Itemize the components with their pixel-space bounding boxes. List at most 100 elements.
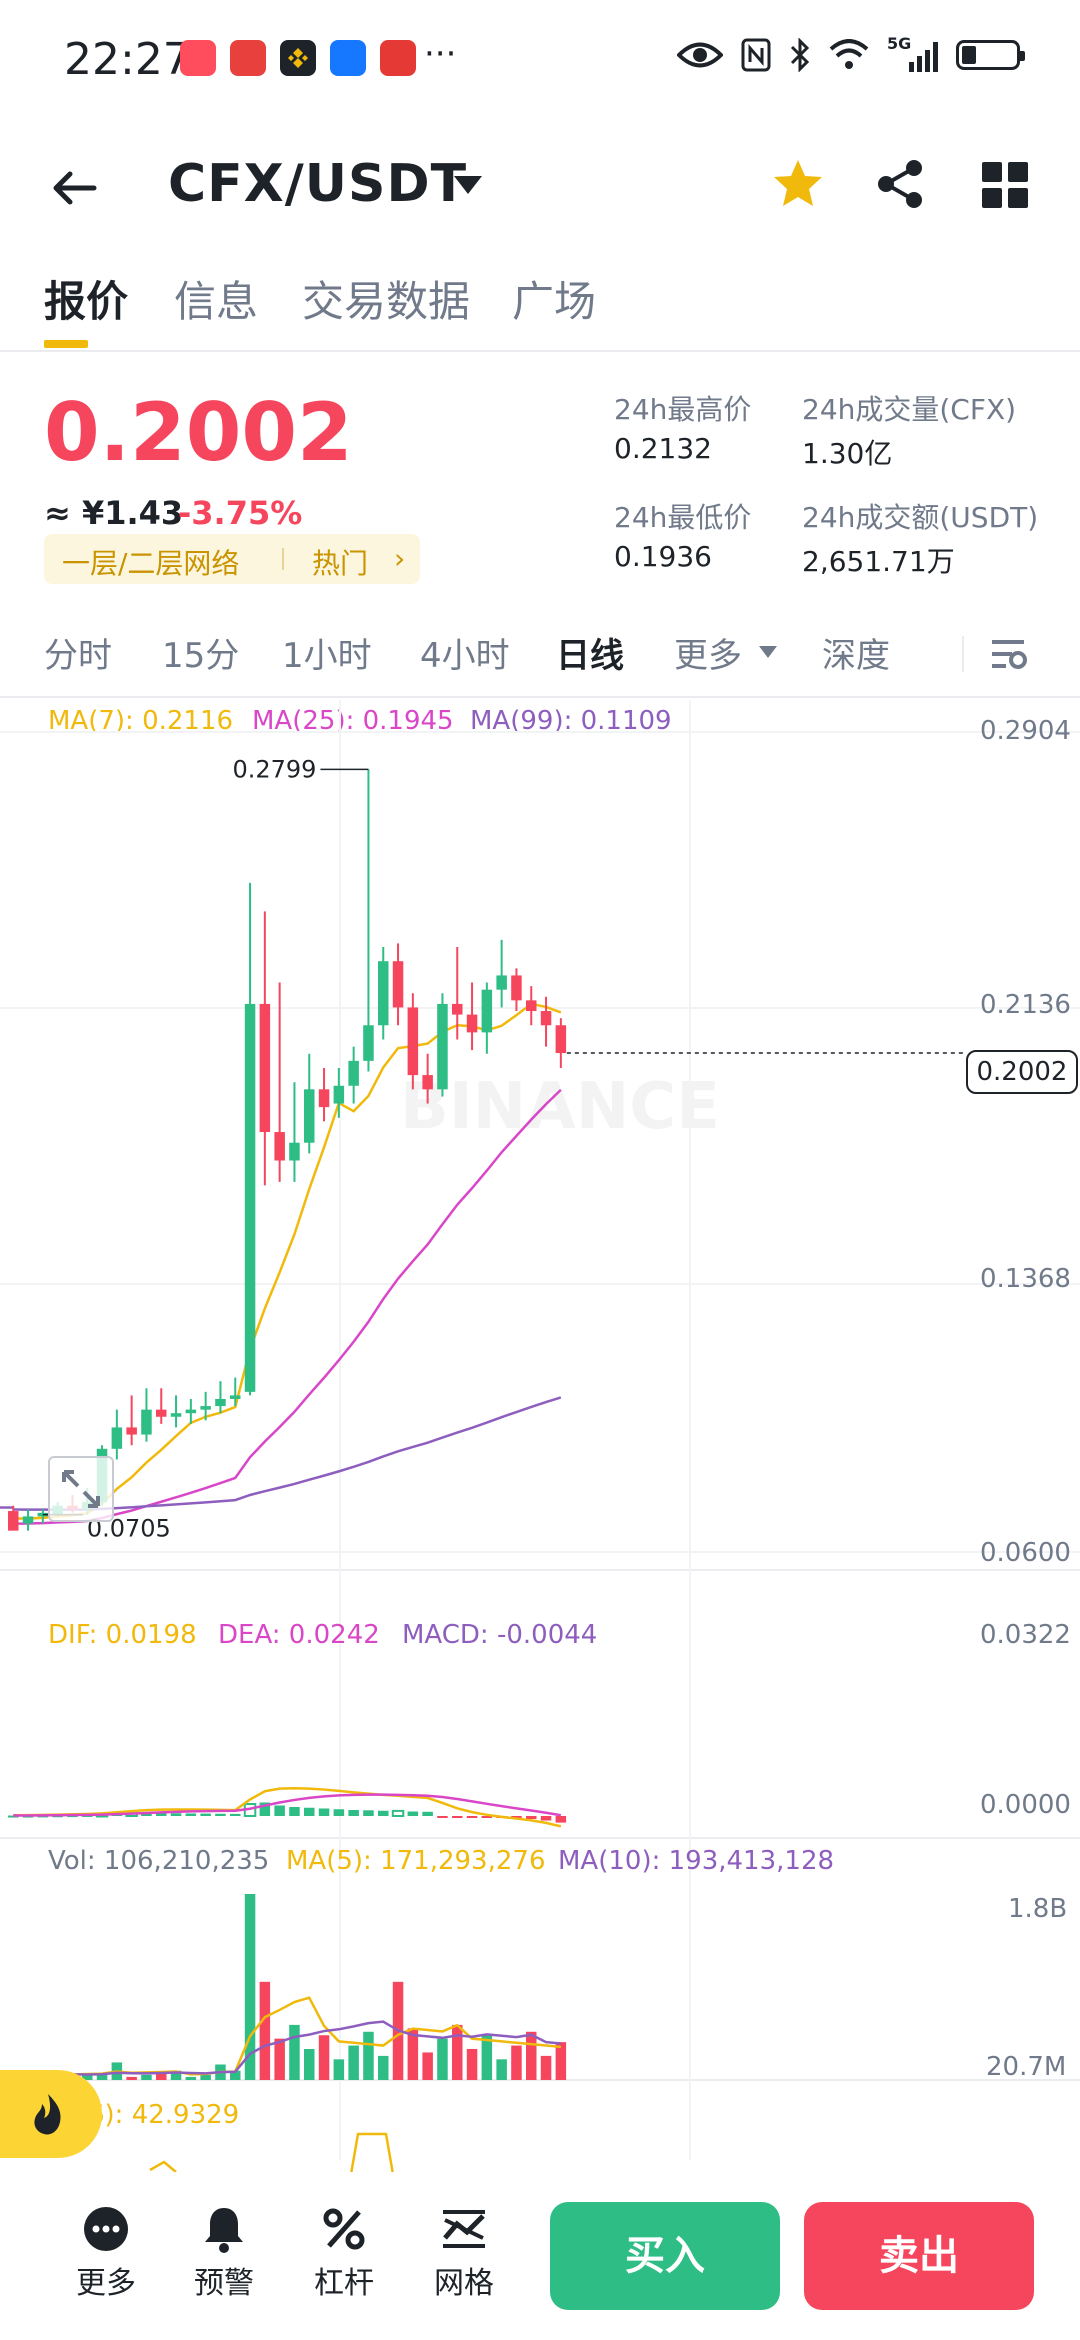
bottom-alert[interactable]: 预警 <box>174 2204 274 2302</box>
candle-body <box>141 1409 152 1435</box>
tab-square[interactable]: 广场 <box>512 268 596 329</box>
interval-1h[interactable]: 1小时 <box>282 628 372 677</box>
low-label: 24h最低价 <box>614 501 752 534</box>
volume-bar <box>259 1981 271 2080</box>
candle-body <box>496 975 507 990</box>
status-bar: 22:27 ··· 5G <box>0 0 1080 120</box>
pair-title[interactable]: CFX/USDT <box>168 154 467 214</box>
volume-bar <box>540 2055 552 2080</box>
more-caret-icon[interactable] <box>758 644 778 660</box>
volume-ma-line <box>13 2020 561 2079</box>
candle-body <box>318 1089 330 1108</box>
candle-body <box>22 1516 34 1524</box>
bottom-grid[interactable]: 网格 <box>414 2204 514 2302</box>
macd-bar <box>200 1813 211 1816</box>
candlestick-chart[interactable]: BINANCE 0.27990.0705 <box>0 698 1080 2188</box>
macd-bar <box>348 1810 359 1816</box>
tab-info[interactable]: 信息 <box>174 268 258 329</box>
low-value: 0.1936 <box>614 540 712 573</box>
volume-bar <box>348 2045 359 2080</box>
interval-4h[interactable]: 4小时 <box>420 628 510 677</box>
current-price-tag: 0.2002 <box>966 1050 1078 1094</box>
vol-axis-top: 1.8B <box>1008 1894 1068 1924</box>
bottom-margin-label: 杠杆 <box>314 2266 374 2301</box>
volume-bar <box>126 2076 137 2080</box>
chevron-right-icon: › <box>394 542 406 575</box>
candle-body <box>466 1014 478 1033</box>
candle-body <box>200 1406 211 1410</box>
interval-divider <box>962 636 964 672</box>
price-cny: ≈ ¥1.43 <box>44 494 184 532</box>
status-right-icons: 5G <box>677 34 1025 72</box>
volume-bar <box>289 2024 300 2080</box>
volume-bar <box>496 2059 507 2080</box>
macd-bar <box>540 1816 552 1821</box>
tab-quote[interactable]: 报价 <box>44 268 128 329</box>
fullscreen-button[interactable] <box>48 1456 114 1522</box>
bottom-grid-label: 网格 <box>434 2266 494 2301</box>
macd-bar <box>437 1816 448 1818</box>
interval-depth[interactable]: 深度 <box>822 628 890 677</box>
dea-label: DEA: 0.0242 <box>218 1620 380 1650</box>
dif-label: DIF: 0.0198 <box>48 1620 197 1650</box>
volume-bar <box>466 2049 478 2080</box>
star-icon[interactable] <box>770 156 826 212</box>
floating-fire-button[interactable] <box>0 2070 102 2158</box>
volume-bar <box>452 2024 463 2080</box>
macd-bar <box>215 1813 226 1816</box>
interval-time[interactable]: 分时 <box>44 628 112 677</box>
candle-body <box>304 1089 315 1143</box>
bottom-more[interactable]: 更多 <box>56 2204 156 2302</box>
share-icon[interactable] <box>872 156 928 212</box>
candle-body <box>259 1003 271 1133</box>
candle-body <box>540 1011 552 1026</box>
candle-body <box>289 1142 300 1161</box>
price-axis-bottom: 0.0600 <box>980 1538 1071 1568</box>
grid-menu-icon[interactable] <box>978 158 1032 212</box>
candle-body <box>555 1025 567 1054</box>
macd-bar <box>422 1811 433 1816</box>
sell-button[interactable]: 卖出 <box>804 2202 1034 2310</box>
interval-more[interactable]: 更多 <box>674 628 742 677</box>
amount-label: 24h成交额(USDT) <box>802 501 1039 534</box>
bottom-margin[interactable]: 杠杆 <box>294 2204 394 2302</box>
volume-bar <box>526 2031 537 2080</box>
back-arrow-icon[interactable] <box>44 158 104 218</box>
vol-label: Vol: 106,210,235 <box>48 1846 270 1876</box>
buy-button[interactable]: 买入 <box>550 2202 780 2310</box>
candle-body <box>170 1413 182 1417</box>
binance-icon <box>280 40 316 76</box>
bottom-action-bar: 更多 预警 杠杆 网格 买入 卖出 <box>0 2172 1080 2340</box>
dif-line <box>13 1786 562 1828</box>
volume-label: 24h成交量(CFX) <box>802 393 1017 426</box>
candle-body <box>126 1427 137 1435</box>
macd-bar <box>274 1805 285 1816</box>
volume-value: 1.30亿 <box>802 437 893 470</box>
candle-body <box>392 961 404 1008</box>
battery-icon <box>956 40 1025 70</box>
price-axis-2: 0.2136 <box>980 990 1071 1020</box>
category-tag[interactable]: 一层/二层网络 热门 › <box>44 534 420 584</box>
game-icon <box>230 40 266 76</box>
eye-icon <box>677 42 723 68</box>
tab-trade-data[interactable]: 交易数据 <box>302 268 470 329</box>
volume-bar <box>304 2049 315 2080</box>
macd-bar <box>555 1816 567 1823</box>
high-value: 0.2132 <box>614 432 712 465</box>
macd-bar <box>304 1807 315 1816</box>
macd-bar <box>407 1811 419 1816</box>
candle-body <box>481 989 493 1033</box>
red-app-icon <box>380 40 416 76</box>
interval-1d[interactable]: 日线 <box>556 628 624 677</box>
candle-body <box>8 1511 19 1531</box>
high-marker-label: 0.2799 <box>232 755 316 783</box>
candle-body <box>348 1060 359 1086</box>
macd-bar <box>333 1809 345 1816</box>
tag-hot: 热门 <box>312 547 369 580</box>
caret-down-icon[interactable] <box>452 172 484 200</box>
status-time: 22:27 <box>64 34 191 85</box>
rsi-label: 6): 42.9329 <box>88 2100 240 2130</box>
interval-15m[interactable]: 15分 <box>162 628 239 677</box>
chart-settings-icon[interactable] <box>988 634 1028 674</box>
volume-bar <box>333 2059 345 2080</box>
